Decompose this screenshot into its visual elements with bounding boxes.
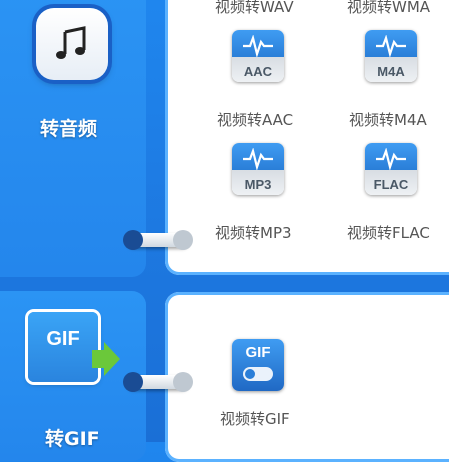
mp3-format-button[interactable]: MP3 (232, 143, 284, 195)
category-label-gif: 转GIF (45, 428, 100, 450)
format-label-m4a[interactable]: 视频转M4A (349, 109, 427, 130)
gif-icon-text: GIF (46, 328, 80, 350)
binder-clip-audio (123, 230, 193, 250)
format-label-wma[interactable]: 视频转WMA (347, 0, 430, 17)
format-badge-mp3: MP3 (244, 177, 272, 192)
waveform-icon (376, 35, 406, 57)
music-note-icon[interactable] (36, 8, 108, 80)
format-badge-gif: GIF (245, 344, 271, 361)
arrow-right-icon (92, 342, 120, 376)
format-label-flac[interactable]: 视频转FLAC (347, 222, 430, 243)
waveform-icon (243, 35, 273, 57)
format-label-mp3[interactable]: 视频转MP3 (215, 222, 292, 243)
aac-format-button[interactable]: AAC (232, 30, 284, 82)
gif-toggle-icon (243, 367, 273, 381)
format-badge-flac: FLAC (373, 177, 409, 192)
m4a-format-button[interactable]: M4A (365, 30, 417, 82)
waveform-icon (376, 148, 406, 170)
format-label-aac[interactable]: 视频转AAC (217, 109, 293, 130)
format-label-gif[interactable]: 视频转GIF (220, 408, 290, 429)
format-badge-m4a: M4A (377, 64, 405, 79)
category-label-audio: 转音频 (40, 118, 98, 140)
gif-format-button[interactable]: GIF (232, 339, 284, 391)
format-panel-gif (165, 292, 449, 462)
format-label-wav[interactable]: 视频转WAV (215, 0, 294, 17)
gif-file-icon[interactable]: GIF (28, 312, 120, 392)
binder-clip-gif (123, 372, 193, 392)
flac-format-button[interactable]: FLAC (365, 143, 417, 195)
format-badge-aac: AAC (243, 64, 273, 79)
waveform-icon (243, 148, 273, 170)
